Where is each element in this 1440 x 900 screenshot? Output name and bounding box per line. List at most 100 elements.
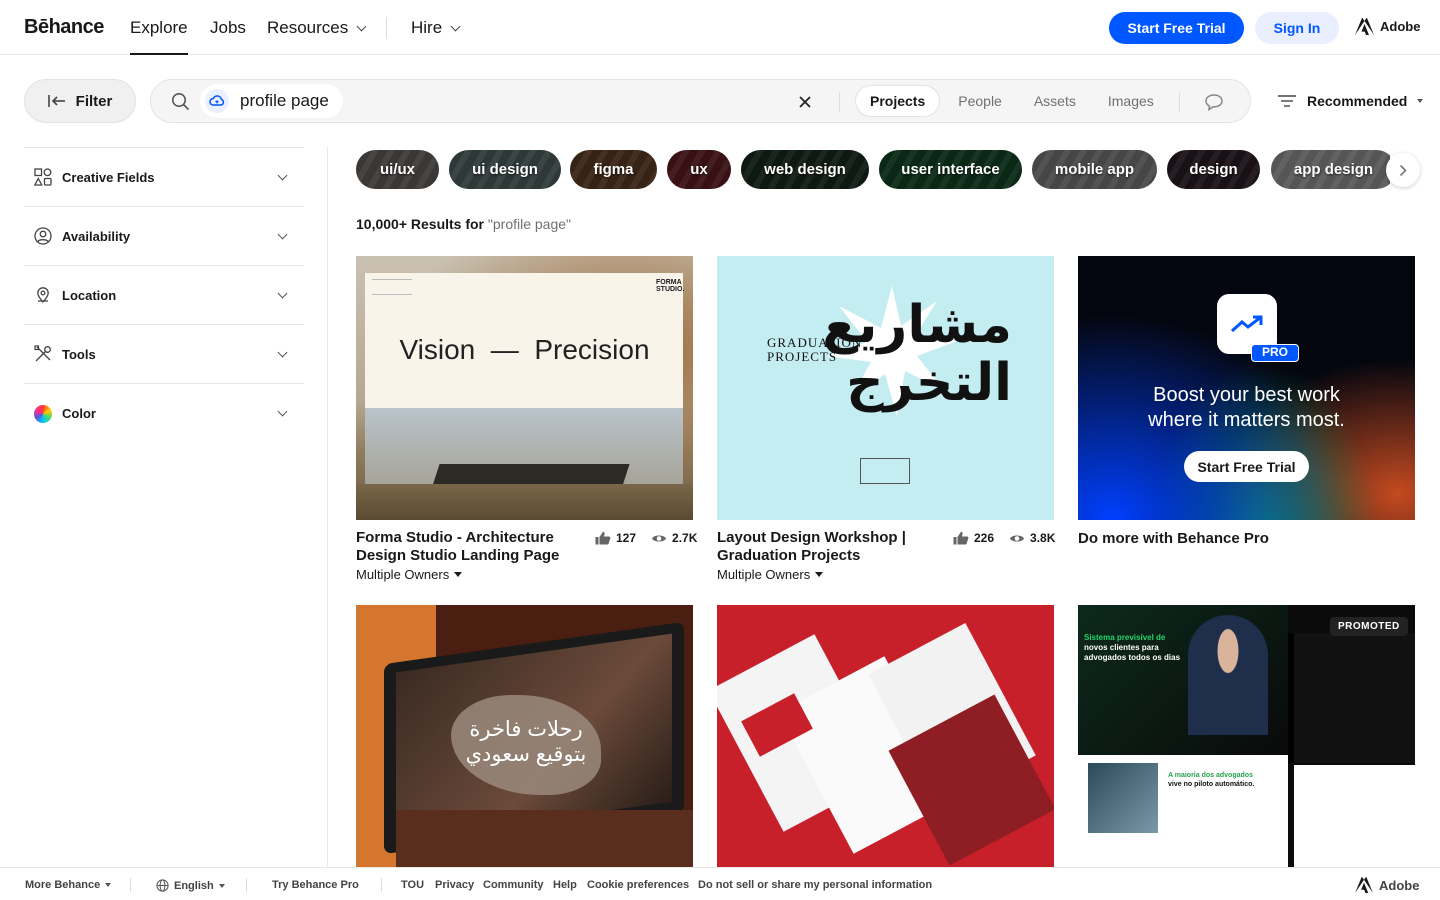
project-thumbnail[interactable]: Sistema previsível de novos clientes para… <box>1078 605 1415 867</box>
sidebar-item-location[interactable]: Location <box>24 265 304 324</box>
promo-line: Sistema previsível de <box>1084 633 1166 642</box>
top-navigation: Bēhance Explore Jobs Resources Hire Star… <box>0 0 1440 55</box>
thumbs-up-icon <box>953 531 969 545</box>
globe-icon <box>156 879 169 892</box>
search-bar[interactable]: profile page Projects People Assets Imag… <box>150 79 1251 123</box>
behance-logo[interactable]: Bēhance <box>24 16 104 39</box>
project-title[interactable]: Forma Studio - Architecture Design Studio… <box>356 529 586 565</box>
tag-pill[interactable]: web design <box>741 150 869 189</box>
caret-down-icon <box>454 572 463 577</box>
tag-pill[interactable]: design <box>1167 150 1260 189</box>
language-selector[interactable]: English <box>156 879 225 892</box>
behance-pro-ad[interactable]: PRO Boost your best work where it matters… <box>1078 256 1415 520</box>
project-stats: 127 2.7K <box>595 531 697 545</box>
footer-link-help[interactable]: Help <box>553 879 577 891</box>
clear-search-button[interactable] <box>799 93 811 111</box>
tag-label: ui design <box>472 161 538 178</box>
sidebar-item-label: Location <box>62 287 117 303</box>
pro-headline-line: Boost your best work <box>1153 384 1340 406</box>
nav-resources[interactable]: Resources <box>267 17 367 39</box>
nav-hire[interactable]: Hire <box>411 17 461 39</box>
adobe-logo-icon <box>1355 877 1373 893</box>
adobe-link[interactable]: Adobe <box>1355 18 1420 35</box>
footer-link-tou[interactable]: TOU <box>401 879 424 891</box>
try-behance-pro-link[interactable]: Try Behance Pro <box>272 879 359 891</box>
results-count-text: 10,000+ Results for <box>356 216 488 232</box>
project-owner[interactable]: Multiple Owners <box>356 567 463 582</box>
project-thumbnail[interactable] <box>717 605 1054 867</box>
chevron-down-icon <box>277 406 288 417</box>
pro-start-trial-button[interactable]: Start Free Trial <box>1184 451 1309 482</box>
filter-button[interactable]: Filter <box>24 79 136 123</box>
tag-pill[interactable]: ui/ux <box>356 150 439 189</box>
chevron-down-icon <box>277 347 288 358</box>
pro-card-title[interactable]: Do more with Behance Pro <box>1078 530 1269 548</box>
likes-count: 127 <box>616 531 637 545</box>
tag-pill[interactable]: figma <box>570 150 657 189</box>
more-behance-link[interactable]: More Behance <box>25 879 112 891</box>
tab-people[interactable]: People <box>944 85 1016 117</box>
sign-in-button[interactable]: Sign In <box>1255 12 1339 44</box>
mini-label-box <box>860 458 910 484</box>
tag-pill[interactable]: ux <box>667 150 731 189</box>
footer-link-cookie-preferences[interactable]: Cookie preferences <box>587 879 689 891</box>
person-photo <box>1188 615 1268 735</box>
arabic-line: بتوقيع سعودي <box>465 743 587 766</box>
eye-icon <box>1010 535 1025 541</box>
caret-down-icon <box>218 883 225 888</box>
project-thumbnail[interactable]: FORMA STUDIO. Vision — Precision <box>356 256 693 520</box>
project-title[interactable]: Layout Design Workshop | Graduation Proje… <box>717 529 947 565</box>
project-owner[interactable]: Multiple Owners <box>717 567 824 582</box>
search-divider <box>1179 92 1180 112</box>
tag-pill[interactable]: user interface <box>879 150 1022 189</box>
search-query-chip[interactable]: profile page <box>200 84 343 118</box>
sidebar-item-creative-fields[interactable]: Creative Fields <box>24 147 304 206</box>
chevron-down-icon <box>277 170 288 181</box>
project-thumbnail[interactable]: رحلات فاخرة بتوقيع سعودي <box>356 605 693 867</box>
tags-next-button[interactable] <box>1386 153 1420 187</box>
footer-link-community[interactable]: Community <box>483 879 544 891</box>
search-type-tabs: Projects People Assets Images <box>855 85 1172 117</box>
footer-divider <box>130 878 131 892</box>
thumbnail-arabic-title: مشاريع التخرج <box>822 296 1012 412</box>
arabic-line: رحلات فاخرة <box>469 718 583 741</box>
tag-pill[interactable]: app design <box>1271 150 1390 189</box>
tag-pill[interactable]: mobile app <box>1032 150 1157 189</box>
promo-line: vive no piloto automático. <box>1168 781 1255 788</box>
chat-search-button[interactable] <box>1204 92 1224 115</box>
tag-pill[interactable]: ui design <box>449 150 561 189</box>
tab-projects[interactable]: Projects <box>855 85 941 117</box>
sidebar-item-tools[interactable]: Tools <box>24 324 304 383</box>
footer-adobe-link[interactable]: Adobe <box>1355 877 1419 893</box>
nav-jobs[interactable]: Jobs <box>210 17 246 39</box>
search-query-text: profile page <box>240 91 329 110</box>
project-thumbnail[interactable]: GRADUATION PROJECTS مشاريع التخرج <box>717 256 1054 520</box>
pro-badge: PRO <box>1251 344 1299 362</box>
sort-dropdown[interactable]: Recommended <box>1277 93 1424 109</box>
mock-white-section <box>1294 765 1415 867</box>
tag-label: web design <box>764 161 846 178</box>
tag-label: ui/ux <box>379 161 415 178</box>
sidebar-item-color[interactable]: Color <box>24 383 304 443</box>
tab-images[interactable]: Images <box>1094 85 1168 117</box>
ai-search-icon <box>205 89 229 113</box>
nav-jobs-label: Jobs <box>210 18 246 37</box>
pro-headline-line: where it matters most. <box>1148 409 1345 431</box>
sidebar-item-availability[interactable]: Availability <box>24 206 304 265</box>
project-title-line: Layout Design Workshop | <box>717 529 906 546</box>
footer-link-do-not-sell[interactable]: Do not sell or share my personal informa… <box>698 879 932 891</box>
tab-assets[interactable]: Assets <box>1020 85 1090 117</box>
caret-down-icon <box>1417 99 1424 103</box>
person-circle-icon <box>34 227 52 245</box>
forma-logo-text: FORMA STUDIO. <box>656 279 685 293</box>
building-shape <box>432 464 630 486</box>
chevron-down-icon <box>356 21 367 31</box>
owner-label: Multiple Owners <box>717 567 811 582</box>
tag-label: design <box>1189 161 1238 178</box>
nav-explore[interactable]: Explore <box>130 17 188 55</box>
shapes-icon <box>34 168 52 186</box>
footer-link-privacy[interactable]: Privacy <box>435 879 474 891</box>
thumbs-up-icon <box>595 531 611 545</box>
tag-label: user interface <box>901 161 1000 178</box>
start-free-trial-button[interactable]: Start Free Trial <box>1109 12 1244 44</box>
